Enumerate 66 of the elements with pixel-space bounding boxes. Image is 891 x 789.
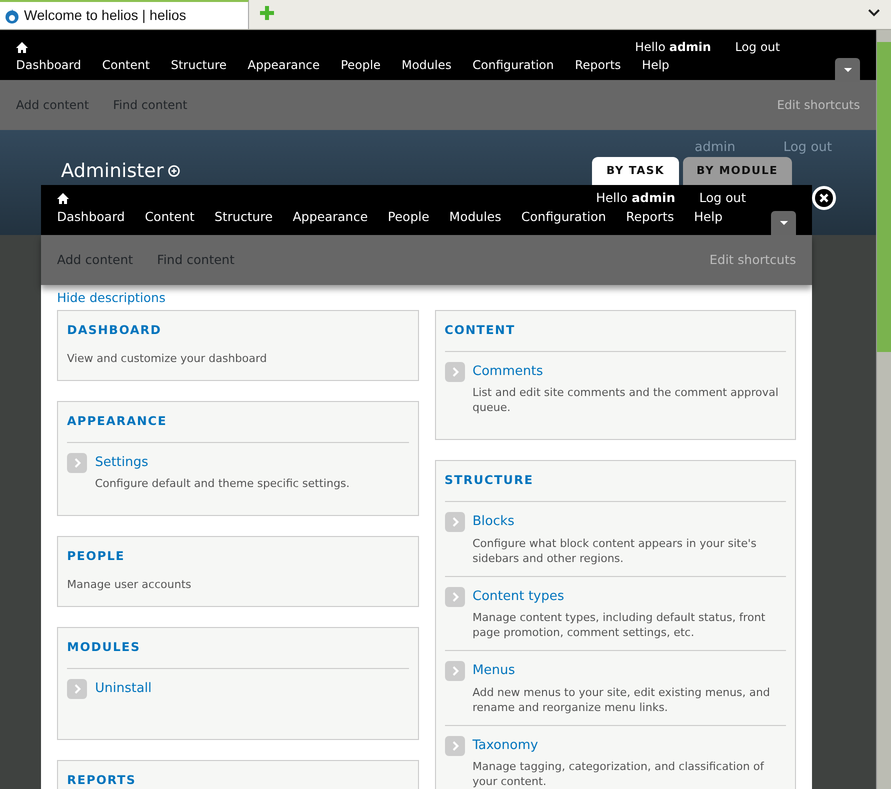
toolbar-link[interactable]: People bbox=[388, 208, 430, 227]
page-title: Administer bbox=[61, 158, 164, 184]
view-tab[interactable]: BY MODULE bbox=[682, 157, 792, 185]
task-link[interactable]: Taxonomy bbox=[472, 736, 538, 756]
task-link[interactable]: Settings bbox=[95, 452, 148, 472]
toolbar-link[interactable]: Help bbox=[642, 56, 670, 74]
link-description: Manage tagging, categorization, and classification of your content. bbox=[472, 759, 766, 789]
greeting-text: Hello admin bbox=[635, 39, 712, 56]
toolbar-link[interactable]: Modules bbox=[449, 208, 502, 227]
category-title: APPEARANCE bbox=[67, 412, 168, 430]
chevron-right-icon[interactable] bbox=[444, 661, 464, 682]
toolbar-link[interactable]: Help bbox=[694, 208, 722, 227]
category-description: View and customize your dashboard bbox=[67, 350, 268, 366]
chevron-right-icon[interactable] bbox=[444, 512, 464, 532]
toolbar-link[interactable]: Configuration bbox=[521, 208, 606, 227]
toolbar-link[interactable]: Content bbox=[102, 56, 150, 74]
toolbar-link[interactable]: Dashboard bbox=[16, 56, 82, 74]
caret-icon bbox=[780, 221, 788, 225]
chevron-right-icon[interactable] bbox=[444, 736, 464, 756]
toolbar-link[interactable]: People bbox=[340, 56, 381, 74]
browser-tab[interactable]: Welcome to helios | helios bbox=[0, 0, 249, 29]
link-description: List and edit site comments and the comment approval queue. bbox=[472, 385, 780, 416]
link-description: Configure what block content appears in your site's sidebars and other regions. bbox=[472, 536, 758, 566]
toolbar-link[interactable]: Structure bbox=[214, 208, 273, 227]
chevron-right-icon[interactable] bbox=[444, 362, 464, 382]
task-link[interactable]: Comments bbox=[472, 362, 543, 382]
chevron-right-icon[interactable] bbox=[67, 452, 87, 473]
toolbar-link[interactable]: Reports bbox=[626, 208, 674, 227]
toolbar-toggle-button[interactable] bbox=[771, 211, 796, 235]
chevron-right-icon[interactable] bbox=[444, 586, 464, 607]
logout-link[interactable]: Log out bbox=[699, 189, 746, 208]
task-link[interactable]: Blocks bbox=[472, 512, 514, 532]
category-title: STRUCTURE bbox=[444, 472, 534, 490]
greeting-text: Hello admin bbox=[596, 189, 676, 207]
link-description: Manage content types, including default status, front page promotion, comment settings, etc. bbox=[472, 610, 766, 640]
chevron-right-icon[interactable] bbox=[67, 679, 87, 700]
caret-icon bbox=[844, 68, 852, 72]
toolbar-toggle-button[interactable] bbox=[835, 58, 860, 82]
toolbar-link[interactable]: Appearance bbox=[292, 208, 368, 227]
category-title: PEOPLE bbox=[67, 548, 126, 566]
toolbar-link[interactable]: Appearance bbox=[248, 56, 320, 74]
add-shortcut-icon[interactable] bbox=[168, 164, 180, 177]
task-link[interactable]: Content types bbox=[472, 586, 564, 606]
category-title: CONTENT bbox=[444, 322, 516, 339]
view-tab[interactable]: BY TASK bbox=[592, 157, 679, 185]
category-title: DASHBOARD bbox=[67, 322, 162, 339]
close-icon bbox=[815, 189, 833, 207]
task-link[interactable]: Menus bbox=[472, 661, 515, 681]
scrollbar[interactable] bbox=[876, 30, 891, 789]
toolbar-link[interactable]: Dashboard bbox=[57, 208, 125, 227]
hide-descriptions-link[interactable]: Hide descriptions bbox=[57, 289, 166, 308]
toolbar-link[interactable]: Modules bbox=[402, 56, 452, 74]
task-link[interactable]: Uninstall bbox=[95, 679, 152, 699]
new-tab-icon[interactable] bbox=[259, 5, 275, 21]
link-description: Configure default and theme specific settings. bbox=[95, 476, 350, 492]
category-title: REPORTS bbox=[67, 772, 137, 789]
toolbar-link[interactable]: Structure bbox=[170, 56, 227, 74]
home-icon[interactable] bbox=[57, 192, 69, 204]
category-description: Manage user accounts bbox=[67, 577, 192, 592]
toolbar-link[interactable]: Reports bbox=[574, 56, 621, 74]
toolbar-link[interactable]: Content bbox=[144, 208, 195, 227]
logout-link[interactable]: Log out bbox=[735, 38, 780, 56]
link-description: Add new menus to your site, edit existing menus, and rename and reorganize menu links. bbox=[472, 684, 771, 715]
category-title: MODULES bbox=[67, 639, 142, 656]
home-icon[interactable] bbox=[16, 42, 28, 52]
toolbar-link[interactable]: Configuration bbox=[472, 56, 554, 74]
